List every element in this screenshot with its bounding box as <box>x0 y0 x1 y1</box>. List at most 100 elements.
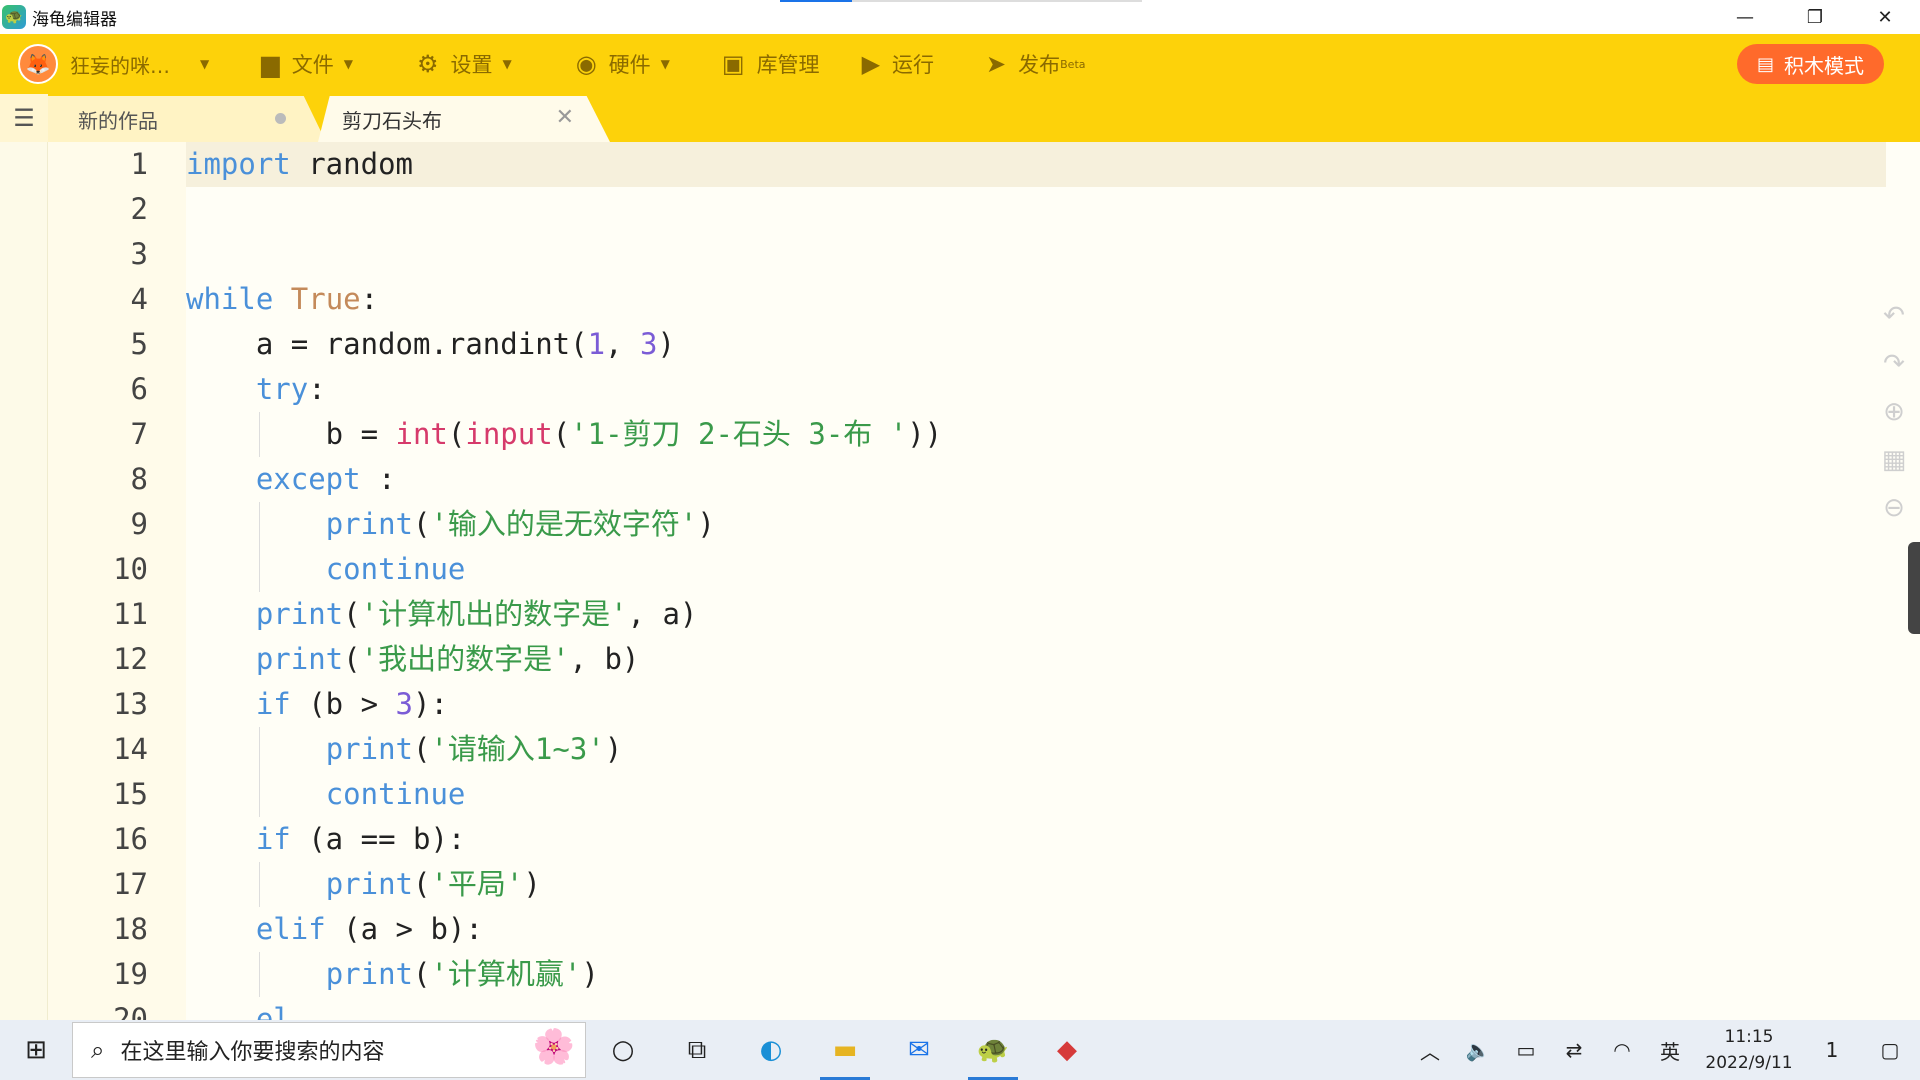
code-line[interactable]: continue <box>186 772 1886 817</box>
code-token: '1-剪刀 2-石头 3-布 ' <box>570 417 908 451</box>
notification-count-badge[interactable]: 1 <box>1804 1038 1860 1062</box>
line-number: 10 <box>113 552 148 586</box>
system-tray: ︿ 🔈 ▭ ⇄ ◠ 英 11:15 2022/9/11 1 ▢ <box>1406 1020 1920 1080</box>
code-line[interactable]: a = random.randint(1, 3) <box>186 322 1886 367</box>
close-tab-icon[interactable]: ✕ <box>556 105 574 130</box>
code-token: '请输入1~3' <box>430 732 605 766</box>
code-line[interactable]: if (a == b): <box>186 817 1886 862</box>
code-token: '计算机赢' <box>430 957 582 991</box>
code-token: random <box>290 147 413 181</box>
code-token: (a > b): <box>325 912 483 946</box>
network-settings-icon[interactable]: ⇄ <box>1550 1038 1598 1062</box>
chevron-down-icon[interactable]: ▼ <box>200 57 209 71</box>
edge-browser-icon[interactable]: ◐ <box>734 1020 808 1080</box>
cortana-icon[interactable]: ○ <box>586 1020 660 1080</box>
hamburger-menu-icon[interactable]: ☰ <box>0 94 48 142</box>
code-line[interactable]: print('输入的是无效字符') <box>186 502 1886 547</box>
code-area[interactable]: import random while True: a = random.rand… <box>186 142 1920 1020</box>
block-mode-button[interactable]: ▤ 积木模式 <box>1736 44 1884 84</box>
library-button[interactable]: ▣ 库管理 <box>722 49 820 79</box>
tab-label: 剪刀石头布 <box>342 108 442 133</box>
battery-icon[interactable]: ▭ <box>1502 1038 1550 1062</box>
file-menu-label: 文件 <box>291 53 334 77</box>
zoom-out-icon[interactable]: ⊖ <box>1874 484 1914 532</box>
tab-rock-paper-scissors[interactable]: 剪刀石头布 ✕ <box>318 96 610 142</box>
undo-icon[interactable]: ↶ <box>1874 292 1914 340</box>
reset-zoom-icon[interactable]: ▦ <box>1874 436 1914 484</box>
code-token: : <box>360 462 396 496</box>
settings-menu[interactable]: ⚙ 设置 ▼ <box>417 49 512 79</box>
restore-button[interactable]: ❐ <box>1780 0 1850 34</box>
tab-new-work[interactable]: 新的作品 <box>48 96 326 142</box>
zoom-in-icon[interactable]: ⊕ <box>1874 388 1914 436</box>
input-method-indicator[interactable]: 英 <box>1646 1036 1694 1065</box>
code-line[interactable]: try: <box>186 367 1886 412</box>
code-line[interactable]: import random <box>186 142 1886 187</box>
line-number: 12 <box>113 642 148 676</box>
code-editor[interactable]: 1 2 3 4 5 6 7 8 9 10 11 12 13 14 15 16 17 18 19 20 import r… <box>0 142 1920 1020</box>
editor-tools: ↶ ↷ ⊕ ▦ ⊖ <box>1874 292 1914 532</box>
windows-start-icon[interactable]: ⊞ <box>0 1020 72 1080</box>
code-line[interactable]: while True: <box>186 277 1886 322</box>
publish-button[interactable]: ➤ 发布 Beta <box>986 49 1085 79</box>
code-token: True <box>290 282 361 316</box>
line-number: 8 <box>130 462 148 496</box>
code-line[interactable]: b = int(input('1-剪刀 2-石头 3-布 ')) <box>186 412 1886 457</box>
code-token: print <box>325 732 413 766</box>
clock[interactable]: 11:15 2022/9/11 <box>1694 1024 1804 1076</box>
close-button[interactable]: ✕ <box>1850 0 1920 34</box>
scrollbar-handle[interactable] <box>1908 542 1920 634</box>
code-token: '输入的是无效字符' <box>430 507 698 541</box>
action-center-icon[interactable]: ▢ <box>1860 1038 1920 1062</box>
user-name[interactable]: 狂妄的咪… <box>70 50 170 79</box>
line-number: 11 <box>113 597 148 631</box>
code-line[interactable]: print('计算机出的数字是', a) <box>186 592 1886 637</box>
indent-guide <box>259 952 260 997</box>
redo-icon[interactable]: ↷ <box>1874 340 1914 388</box>
hardware-menu[interactable]: ◉ 硬件 ▼ <box>576 49 670 79</box>
code-token: ( <box>343 597 361 631</box>
minimize-button[interactable]: — <box>1710 0 1780 34</box>
code-token: : <box>308 372 326 406</box>
code-line[interactable]: continue <box>186 547 1886 592</box>
app-logo-icon: 🐢 <box>2 5 26 29</box>
code-token: ( <box>447 417 466 451</box>
file-menu[interactable]: ▆ 文件 ▼ <box>261 49 353 79</box>
turtle-editor-taskbar-icon[interactable]: 🐢 <box>956 1020 1030 1080</box>
file-explorer-icon[interactable]: ▬ <box>808 1020 882 1080</box>
mail-icon[interactable]: ✉ <box>882 1020 956 1080</box>
run-toolbar-label: 运行 <box>892 53 935 77</box>
wifi-icon[interactable]: ◠ <box>1598 1038 1646 1062</box>
app-taskbar-icon[interactable]: ◆ <box>1030 1020 1104 1080</box>
run-toolbar-button[interactable]: ▶ 运行 <box>862 49 934 79</box>
code-line[interactable]: print('我出的数字是', b) <box>186 637 1886 682</box>
line-number: 18 <box>113 912 148 946</box>
code-line[interactable]: elif (a > b): <box>186 907 1886 952</box>
code-line[interactable]: except : <box>186 457 1886 502</box>
code-token: ) <box>523 867 541 901</box>
line-number: 2 <box>130 192 148 226</box>
code-line[interactable]: el <box>186 997 1886 1020</box>
indent-guide <box>259 412 260 457</box>
code-line[interactable]: print('请输入1~3') <box>186 727 1886 772</box>
code-token: ( <box>413 732 431 766</box>
task-view-icon[interactable]: ⧉ <box>660 1020 734 1080</box>
code-line[interactable] <box>186 187 1886 232</box>
code-token: input <box>465 417 553 451</box>
code-line[interactable]: print('计算机赢') <box>186 952 1886 997</box>
code-line[interactable]: if (b > 3): <box>186 682 1886 727</box>
code-line[interactable]: print('平局') <box>186 862 1886 907</box>
hardware-icon: ◉ <box>575 50 597 78</box>
taskbar-search-input[interactable]: ⌕ 在这里输入你要搜索的内容 🌸 <box>72 1022 586 1078</box>
chevron-up-icon[interactable]: ︿ <box>1406 1036 1454 1065</box>
code-line[interactable] <box>186 232 1886 277</box>
user-avatar[interactable]: 🦊 <box>18 44 58 84</box>
volume-icon[interactable]: 🔈 <box>1454 1038 1502 1062</box>
